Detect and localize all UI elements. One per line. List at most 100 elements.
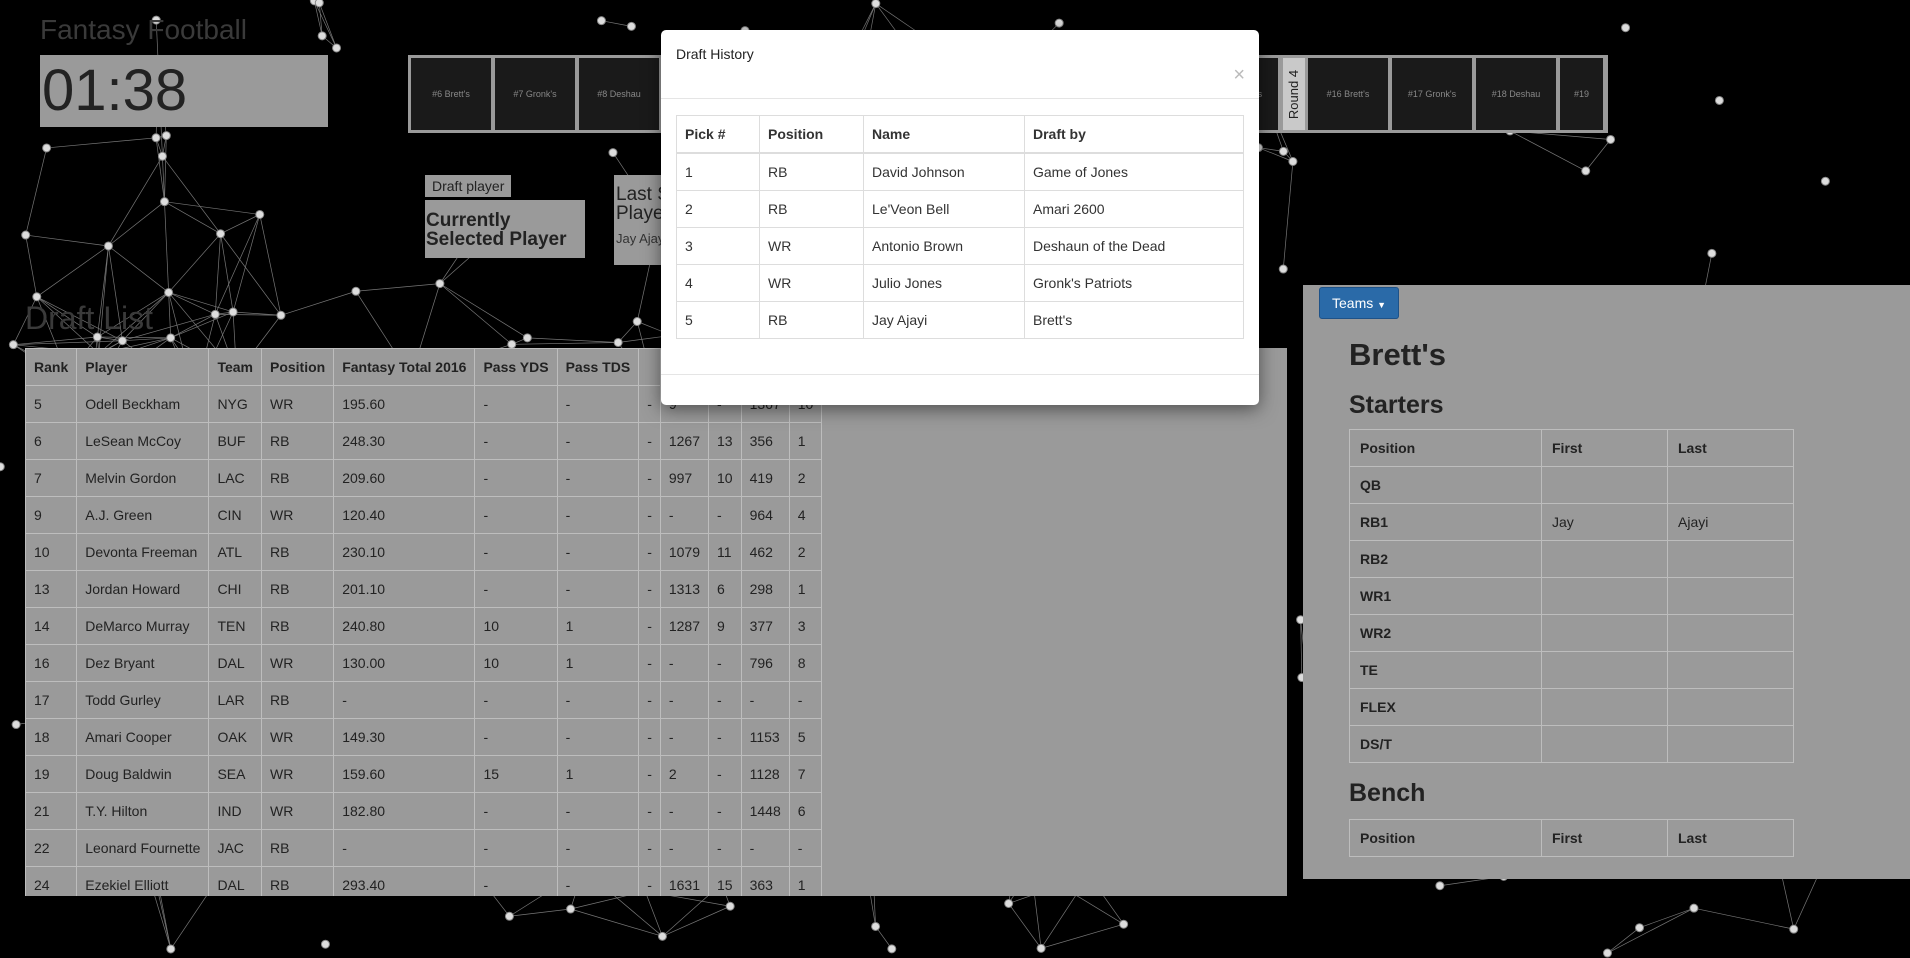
- round-label: Round 4: [1283, 58, 1305, 130]
- player-row[interactable]: 7 Melvin Gordon LAC RB 209.60- - -997 10 419 2: [25, 459, 823, 497]
- network-edge: [168, 233, 221, 293]
- player-cell: 182.80: [333, 792, 476, 830]
- starter-cell: RB2: [1349, 540, 1542, 578]
- history-cell: 4: [676, 264, 760, 302]
- player-cell: -: [788, 681, 823, 719]
- player-cell: Odell Beckham: [76, 385, 210, 423]
- players-column-header: Team: [208, 348, 262, 386]
- network-node: [657, 931, 667, 941]
- network-edge: [164, 201, 260, 215]
- player-cell: -: [638, 792, 661, 830]
- network-node: [1707, 248, 1717, 258]
- player-cell: 16: [25, 644, 78, 682]
- player-cell: -: [659, 644, 710, 682]
- player-row[interactable]: 21 T.Y. Hilton IND WR 182.80- - - - -1448 6: [25, 792, 823, 830]
- player-cell: 1153: [740, 718, 790, 756]
- player-cell: -: [708, 681, 742, 719]
- pick-slot[interactable]: #18 Deshau: [1476, 58, 1558, 130]
- player-cell: -: [333, 681, 476, 719]
- draft-player-button[interactable]: Draft player: [425, 175, 512, 197]
- network-edge: [439, 283, 512, 345]
- player-cell: -: [740, 829, 790, 867]
- player-cell: Melvin Gordon: [76, 459, 210, 497]
- starters-heading: Starters: [1349, 391, 1444, 419]
- player-row[interactable]: 10 Devonta Freeman ATL RB 230.10- - -1079 11 462…: [25, 533, 823, 571]
- network-edge: [25, 147, 47, 236]
- network-node: [1606, 134, 1616, 144]
- player-cell: WR: [260, 718, 335, 756]
- player-cell: Ezekiel Elliott: [76, 866, 210, 896]
- player-cell: 6: [788, 792, 823, 830]
- player-cell: 1267: [659, 422, 710, 460]
- player-cell: 10: [474, 644, 558, 682]
- starter-cell: [1541, 688, 1668, 726]
- history-column-header: Draft by: [1024, 115, 1244, 154]
- history-cell: RB: [759, 190, 864, 228]
- player-cell: -: [638, 607, 661, 645]
- player-cell: 24: [25, 866, 78, 896]
- network-edge: [36, 245, 109, 298]
- network-node: [151, 133, 161, 143]
- pick-slot[interactable]: #19: [1560, 58, 1605, 130]
- col-position: Position: [1349, 819, 1542, 857]
- network-node: [161, 131, 171, 141]
- currently-selected-player: Currently Selected Player: [425, 200, 585, 258]
- player-row[interactable]: 24 Ezekiel Elliott DAL RB 293.40- - -1631 15 363…: [25, 866, 823, 896]
- player-cell: 964: [740, 496, 790, 534]
- player-cell: -: [556, 533, 640, 571]
- player-row[interactable]: 14 DeMarco Murray TEN RB 240.80 10 1-1287 9 377 3: [25, 607, 823, 645]
- network-node: [228, 307, 238, 317]
- draft-history-modal: Draft History × Pick # Position Name Draft …: [661, 30, 1259, 405]
- players-table: Rank Player Team Position Fantasy Total 2016…: [25, 348, 823, 896]
- player-row[interactable]: 6 LeSean McCoy BUF RB 248.30- - -1267 13 356 1: [25, 422, 823, 460]
- player-cell: 13: [708, 422, 742, 460]
- player-row[interactable]: 18 Amari Cooper OAK WR 149.30- - - - -1153 5: [25, 718, 823, 756]
- player-cell: WR: [260, 496, 335, 534]
- starter-cell: Ajayi: [1667, 503, 1794, 541]
- player-row[interactable]: 9 A.J. Green CIN WR 120.40- - - - -964 4: [25, 496, 823, 534]
- player-cell: NYG: [208, 385, 262, 423]
- network-node: [103, 241, 113, 251]
- network-edge: [164, 201, 221, 235]
- network-node: [332, 43, 342, 53]
- teams-dropdown-button[interactable]: Teams ▼: [1319, 287, 1400, 319]
- history-column-header: Pick #: [676, 115, 760, 154]
- network-edge: [220, 214, 260, 235]
- player-row[interactable]: 19 Doug Baldwin SEA WR 159.60 15 1-2-1128 7: [25, 755, 823, 793]
- starter-row: FLEX: [1349, 688, 1794, 726]
- network-node: [1119, 919, 1129, 929]
- pick-slot[interactable]: #8 Deshau: [579, 58, 661, 130]
- player-row[interactable]: 22 Leonard Fournette JAC RB - - - - - - - -: [25, 829, 823, 867]
- player-row[interactable]: 13 Jordan Howard CHI RB 201.10- - -1313 6 298 1: [25, 570, 823, 608]
- draft-list: Rank Player Team Position Fantasy Total 2016…: [25, 348, 1287, 896]
- player-cell: 1: [556, 644, 640, 682]
- network-node: [1004, 899, 1014, 909]
- player-cell: Leonard Fournette: [76, 829, 210, 867]
- player-cell: IND: [208, 792, 262, 830]
- player-cell: TEN: [208, 607, 262, 645]
- player-row[interactable]: 17 Todd Gurley LAR RB - - - - - - - -: [25, 681, 823, 719]
- player-cell: 377: [740, 607, 790, 645]
- app-title: Fantasy Football: [40, 14, 247, 45]
- pick-slot[interactable]: #17 Gronk's: [1392, 58, 1474, 130]
- player-cell: 195.60: [333, 385, 476, 423]
- player-cell: -: [474, 422, 558, 460]
- player-cell: 1631: [659, 866, 710, 896]
- player-row[interactable]: 16 Dez Bryant DAL WR 130.00 10 1- - -796 8: [25, 644, 823, 682]
- network-node: [1621, 23, 1631, 33]
- pick-slot[interactable]: #16 Brett's: [1308, 58, 1390, 130]
- history-cell: 5: [676, 301, 760, 339]
- player-cell: -: [659, 718, 710, 756]
- network-edge: [1693, 907, 1794, 930]
- pick-slot[interactable]: #7 Gronk's: [495, 58, 577, 130]
- close-icon[interactable]: ×: [1233, 64, 1245, 87]
- player-cell: -: [638, 866, 661, 896]
- network-node: [596, 16, 606, 26]
- player-cell: 2: [788, 459, 823, 497]
- network-node: [216, 229, 226, 239]
- player-cell: WR: [260, 792, 335, 830]
- player-cell: RB: [260, 422, 335, 460]
- starter-row: TE: [1349, 651, 1794, 689]
- pick-slot[interactable]: #6 Brett's: [411, 58, 493, 130]
- teams-panel: Teams ▼ Brett's Starters Position First …: [1303, 285, 1910, 879]
